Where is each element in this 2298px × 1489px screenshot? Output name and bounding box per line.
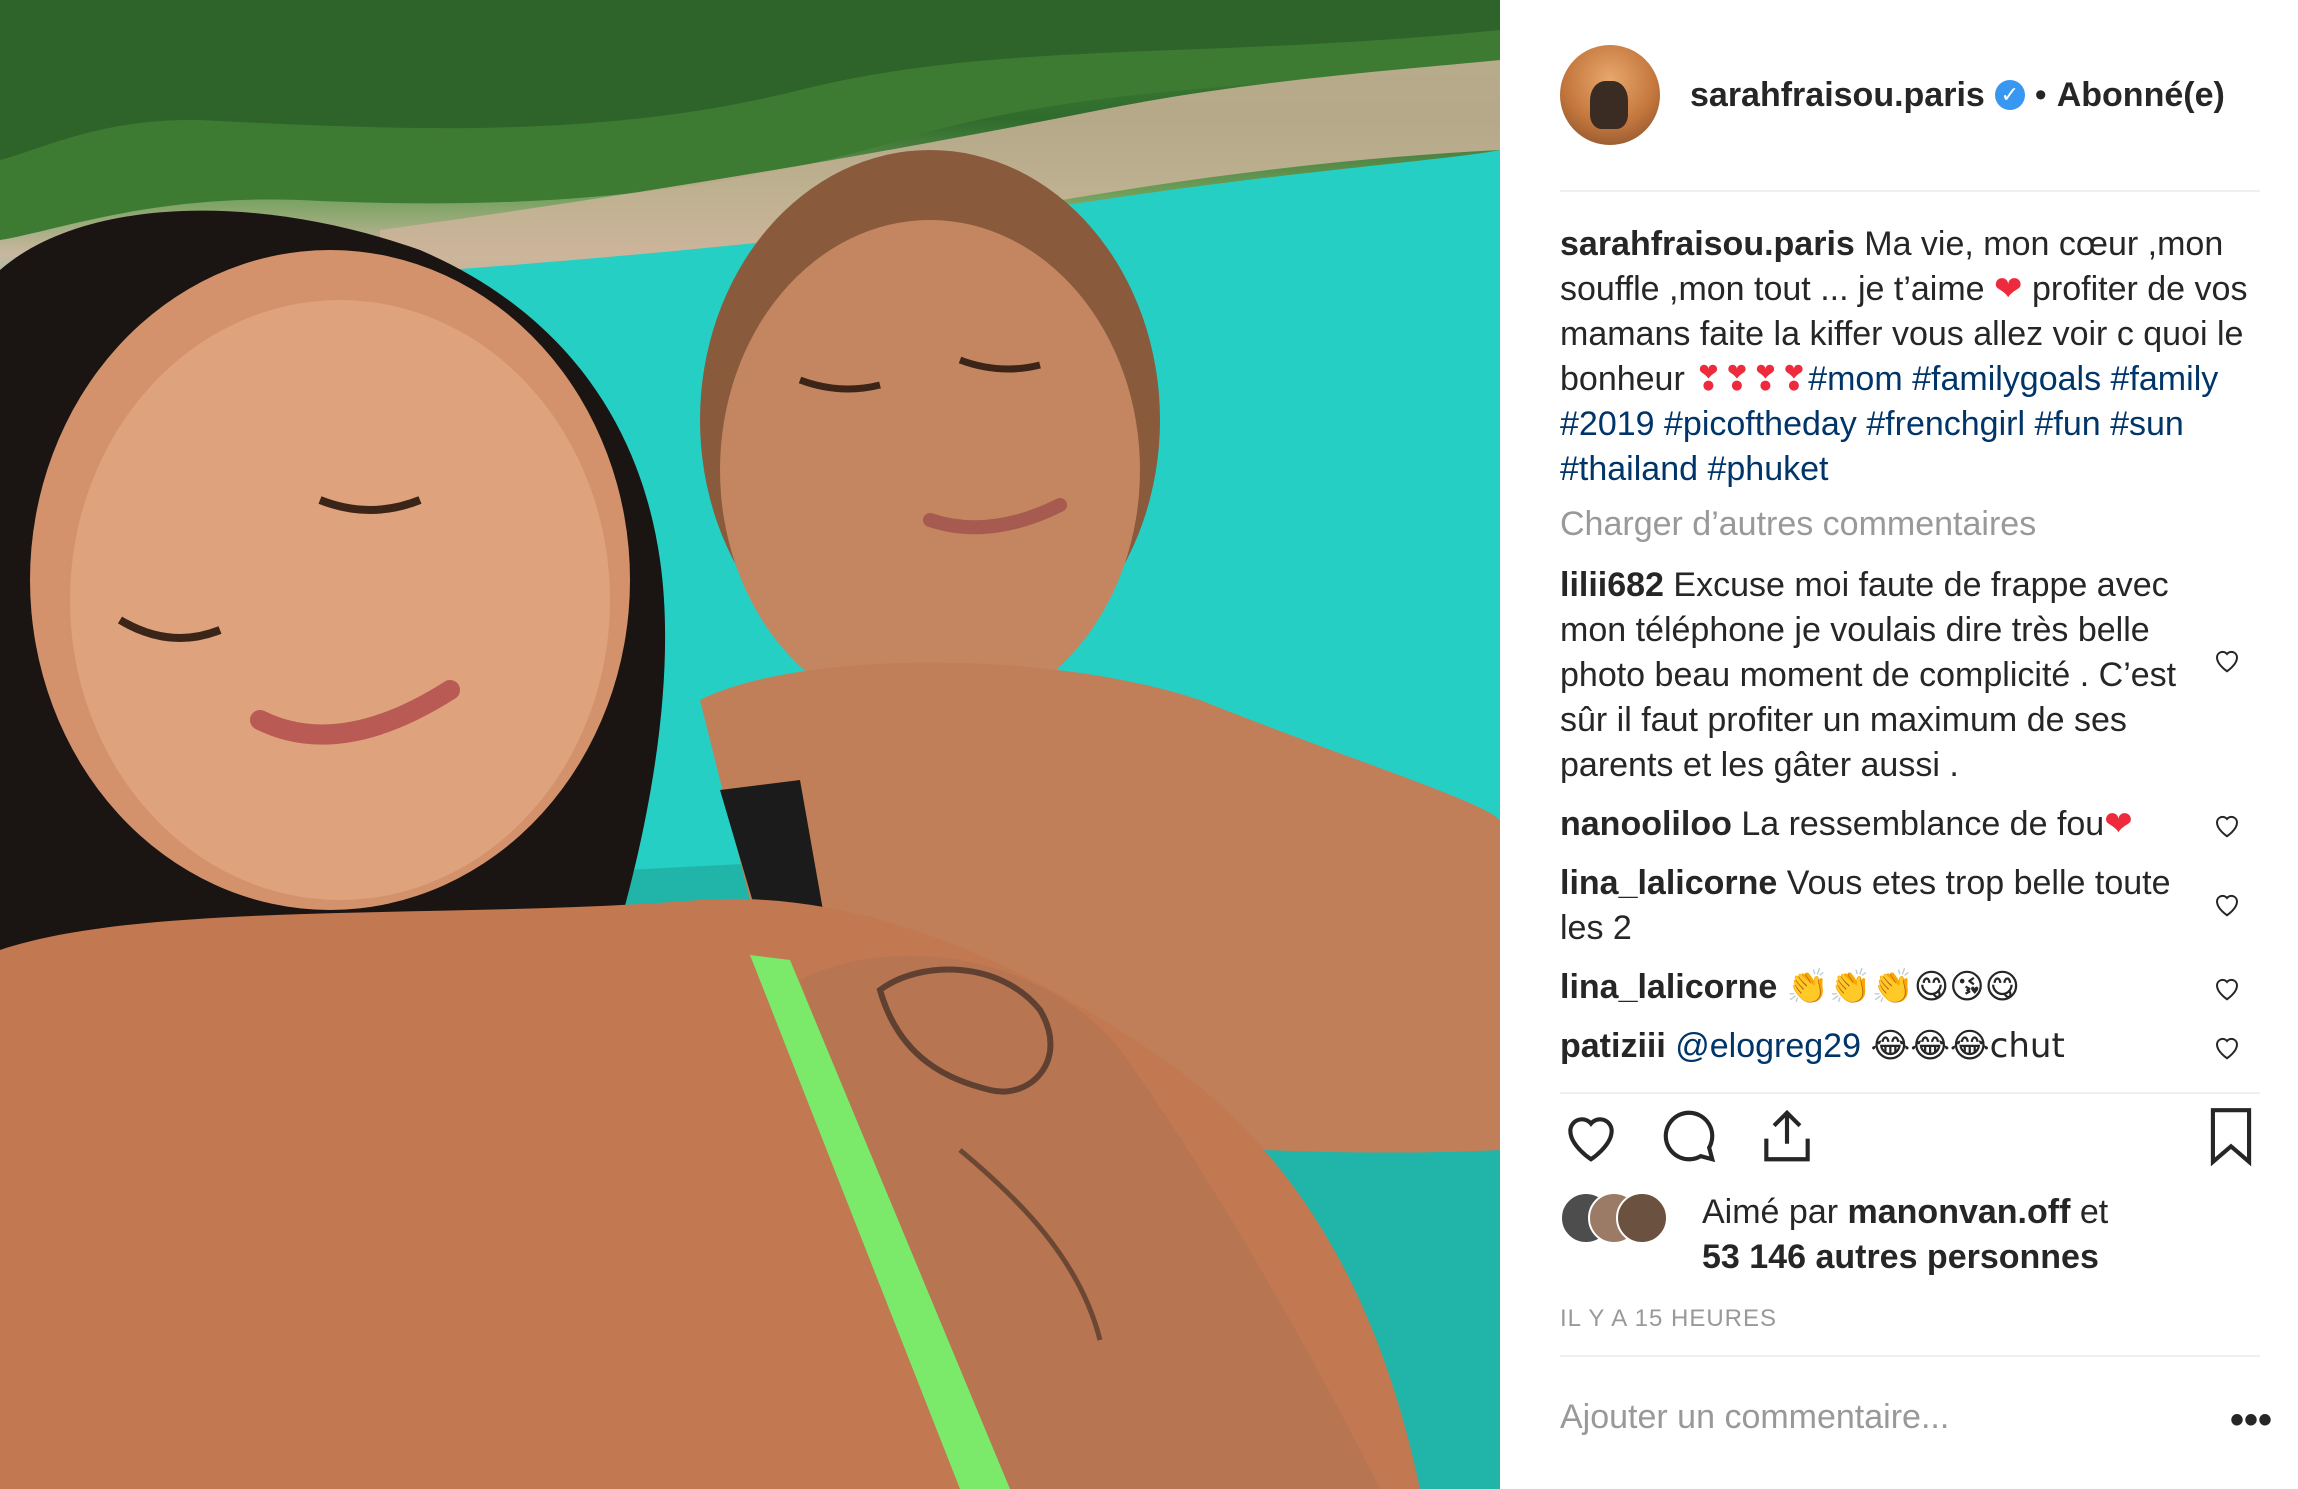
load-more-comments-button[interactable]: Charger d’autres commentaires xyxy=(1560,502,2260,547)
hashtag[interactable]: #mom xyxy=(1808,360,1902,398)
comment-like-heart-icon[interactable] xyxy=(2212,645,2242,675)
post-photo[interactable] xyxy=(0,0,1500,1489)
author-avatar[interactable] xyxy=(1560,45,1660,145)
comment-text: 😂😂😂chut xyxy=(1870,1026,2065,1066)
liked-by-conj: et xyxy=(2079,1193,2109,1231)
hashtag[interactable]: #fun xyxy=(2034,405,2100,443)
action-bar xyxy=(1560,1105,2260,1175)
hashtag[interactable]: #thailand xyxy=(1560,450,1698,488)
comment-item: lilii682 Excuse moi faute de frappe avec… xyxy=(1560,563,2260,788)
red-heart-emoji: ❤ xyxy=(1994,269,2023,309)
comment-like-heart-icon[interactable] xyxy=(2212,973,2242,1003)
share-icon[interactable] xyxy=(1756,1105,1818,1167)
comment-mention[interactable]: @elogreg29 xyxy=(1675,1027,1861,1065)
header-divider xyxy=(1560,190,2260,192)
post-timestamp[interactable]: IL Y A 15 HEURES xyxy=(1560,1305,1777,1333)
red-heart-emoji: ❣❣❣❣ xyxy=(1694,359,1809,399)
comment-username[interactable]: nanooliloo xyxy=(1560,805,1732,843)
heart-outline-icon[interactable] xyxy=(1560,1105,1622,1167)
liked-by-prefix: Aimé par xyxy=(1702,1193,1839,1231)
comment-username[interactable]: lina_lalicorne xyxy=(1560,968,1777,1006)
photo-illustration xyxy=(0,0,1500,1489)
comment-like-heart-icon[interactable] xyxy=(2212,1032,2242,1062)
liked-by-text: Aimé par manonvan.off et 53 146 autres p… xyxy=(1702,1190,2260,1280)
comment-item: nanooliloo La ressemblance de fou❤ xyxy=(1560,802,2260,847)
follow-status-button[interactable]: Abonné(e) xyxy=(2057,76,2225,115)
caption: sarahfraisou.paris Ma vie, mon cœur ,mon… xyxy=(1560,222,2260,492)
likes-summary: Aimé par manonvan.off et 53 146 autres p… xyxy=(1560,1190,2260,1280)
comment-item: lina_lalicorne Vous etes trop belle tout… xyxy=(1560,861,2260,951)
hashtag[interactable]: #2019 xyxy=(1560,405,1655,443)
caption-username[interactable]: sarahfraisou.paris xyxy=(1560,225,1855,263)
more-options-button[interactable]: ••• xyxy=(2230,1398,2272,1443)
avatar xyxy=(1616,1192,1668,1244)
comment-username[interactable]: patiziii xyxy=(1560,1027,1666,1065)
red-heart-emoji: ❤ xyxy=(2104,804,2133,844)
comments-divider xyxy=(1560,1092,2260,1094)
header-separator: • xyxy=(2034,75,2047,114)
verified-check-icon: ✓ xyxy=(1994,80,2025,110)
comment-item: lina_lalicorne 👏👏👏😋😘😋 xyxy=(1560,965,2260,1010)
comment-text: 👏👏👏😋😘😋 xyxy=(1786,967,2021,1007)
hashtag[interactable]: #picoftheday xyxy=(1664,405,1857,443)
add-comment-input[interactable]: Ajouter un commentaire... xyxy=(1560,1398,1949,1437)
comment-bubble-icon[interactable] xyxy=(1658,1105,1720,1167)
bookmark-icon[interactable] xyxy=(2200,1105,2262,1167)
author-username[interactable]: sarahfraisou.paris xyxy=(1690,76,1985,115)
post-sidebar: sarahfraisou.paris ✓ • Abonné(e) sarahfr… xyxy=(1500,0,2298,1489)
hashtag[interactable]: #phuket xyxy=(1707,450,1828,488)
likes-count[interactable]: 53 146 autres personnes xyxy=(1702,1238,2099,1276)
footer-divider xyxy=(1560,1355,2260,1357)
post-header: sarahfraisou.paris ✓ • Abonné(e) xyxy=(1560,40,2260,150)
liker-avatars[interactable] xyxy=(1560,1192,1668,1244)
comment-item: patiziii @elogreg29 😂😂😂chut xyxy=(1560,1024,2260,1069)
comment-like-heart-icon[interactable] xyxy=(2212,889,2242,919)
hashtag[interactable]: #frenchgirl xyxy=(1866,405,2025,443)
hashtag[interactable]: #sun xyxy=(2110,405,2184,443)
comment-text: La ressemblance de fou xyxy=(1741,805,2105,843)
liked-by-user[interactable]: manonvan.off xyxy=(1848,1193,2071,1231)
comments-list[interactable]: sarahfraisou.paris Ma vie, mon cœur ,mon… xyxy=(1560,222,2260,1090)
comment-username[interactable]: lina_lalicorne xyxy=(1560,864,1777,902)
hashtag[interactable]: #family xyxy=(2111,360,2219,398)
comment-username[interactable]: lilii682 xyxy=(1560,566,1664,604)
comment-like-heart-icon[interactable] xyxy=(2212,810,2242,840)
hashtag[interactable]: #familygoals xyxy=(1912,360,2101,398)
